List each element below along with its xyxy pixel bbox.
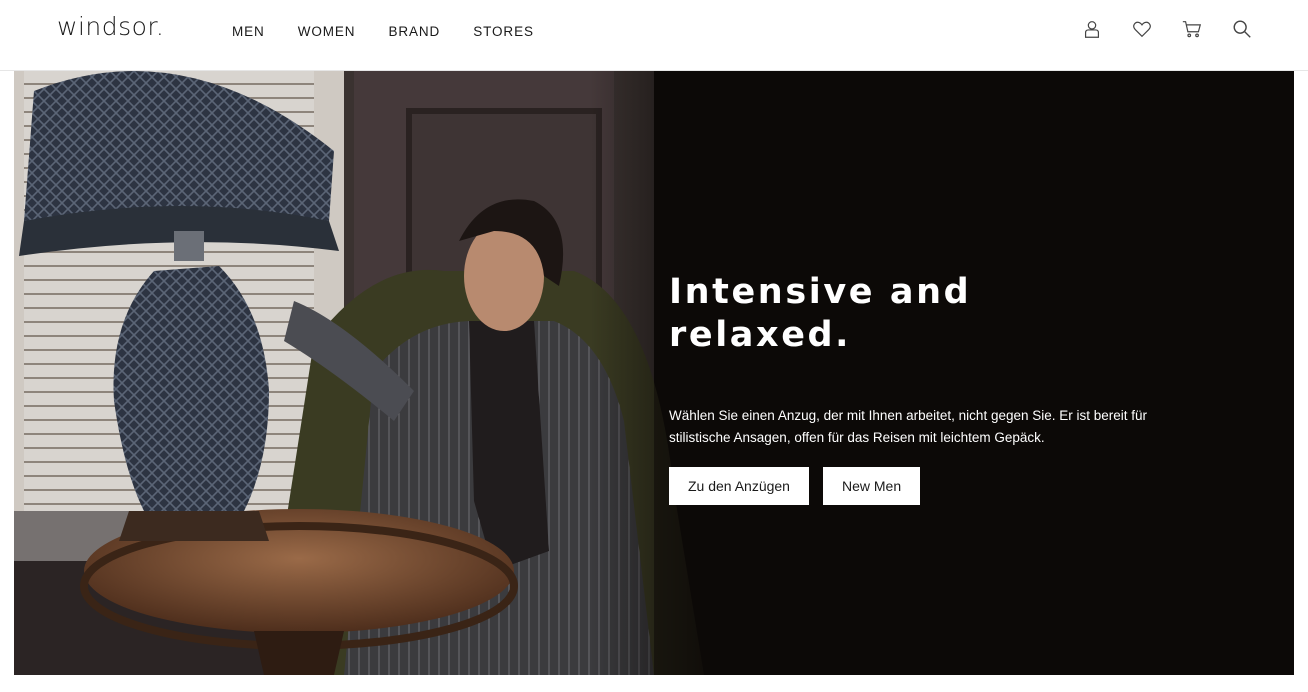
cart-icon[interactable]: [1180, 17, 1204, 41]
suits-button[interactable]: Zu den Anzügen: [669, 467, 809, 505]
hero-title-line-1: Intensive and: [669, 272, 972, 312]
hero-banner: Intensive and relaxed. Wählen Sie einen …: [14, 71, 1294, 675]
nav-women[interactable]: WOMEN: [298, 24, 356, 39]
nav-men[interactable]: MEN: [232, 24, 265, 39]
hero-description: Wählen Sie einen Anzug, der mit Ihnen ar…: [669, 408, 1148, 445]
search-icon[interactable]: [1230, 17, 1254, 41]
site-header: windsor. MEN WOMEN BRAND STORES: [0, 0, 1308, 71]
nav-stores[interactable]: STORES: [473, 24, 534, 39]
wishlist-heart-icon[interactable]: [1130, 17, 1154, 41]
main-nav: MEN WOMEN BRAND STORES: [232, 24, 567, 39]
brand-logo[interactable]: windsor.: [57, 12, 164, 41]
account-icon[interactable]: [1080, 17, 1104, 41]
nav-brand[interactable]: BRAND: [388, 24, 440, 39]
hero-buttons: Zu den Anzügen New Men: [669, 467, 1189, 505]
hero-content: Intensive and relaxed. Wählen Sie einen …: [669, 271, 1189, 505]
hero-title-line-2: relaxed.: [669, 315, 852, 355]
hero-title: Intensive and relaxed.: [669, 271, 1189, 357]
header-actions: [1080, 17, 1280, 41]
new-men-button[interactable]: New Men: [822, 467, 921, 505]
